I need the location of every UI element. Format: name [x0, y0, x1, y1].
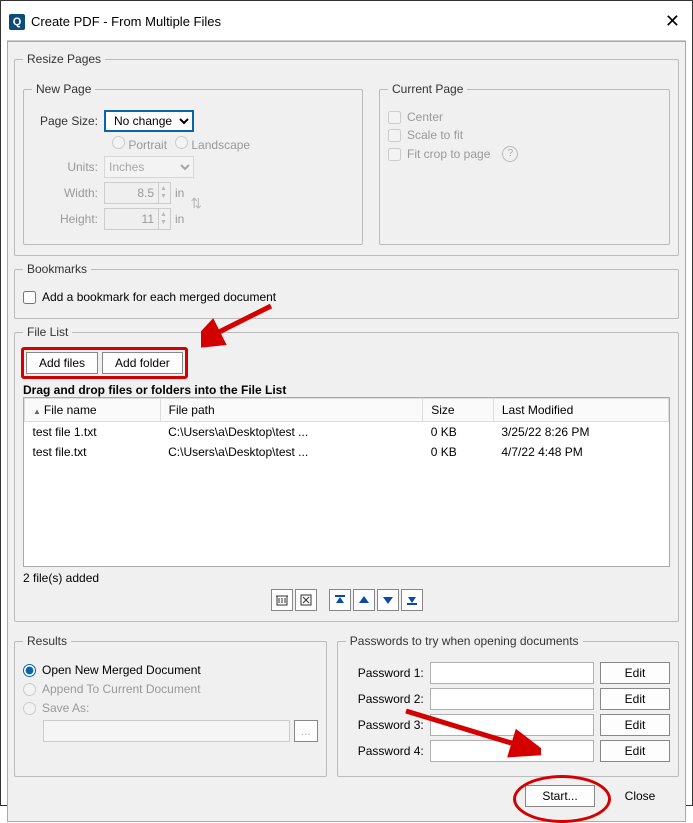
scale-label: Scale to fit — [407, 128, 463, 142]
results-legend: Results — [23, 634, 71, 648]
pw3-input[interactable] — [430, 714, 594, 736]
fitcrop-checkbox — [388, 148, 401, 161]
append-label: Append To Current Document — [42, 682, 201, 696]
width-spinner: ▲▼ — [157, 182, 171, 204]
drag-hint: Drag and drop files or folders into the … — [23, 383, 670, 397]
start-button[interactable]: Start... — [525, 785, 595, 807]
pw1-input[interactable] — [430, 662, 594, 684]
bookmark-label: Add a bookmark for each merged document — [42, 290, 276, 304]
move-bottom-icon[interactable] — [401, 589, 423, 611]
saveas-input — [43, 720, 290, 742]
move-up-icon[interactable] — [353, 589, 375, 611]
fitcrop-label: Fit crop to page — [407, 147, 490, 161]
current-page-group: Current Page Center Scale to fit Fit cro… — [379, 82, 670, 245]
file-table[interactable]: ▲File name File path Size Last Modified … — [23, 397, 670, 567]
saveas-radio — [23, 702, 36, 715]
resize-pages-group: Resize Pages New Page Page Size: No chan… — [14, 52, 679, 256]
page-size-select[interactable]: No change — [104, 110, 194, 132]
pw1-label: Password 1: — [346, 666, 424, 680]
app-icon: Q — [9, 14, 25, 30]
bookmarks-legend: Bookmarks — [23, 262, 91, 276]
col-modified[interactable]: Last Modified — [493, 399, 668, 422]
open-new-label: Open New Merged Document — [42, 663, 201, 677]
current-page-legend: Current Page — [388, 82, 467, 96]
pw2-label: Password 2: — [346, 692, 424, 706]
bookmarks-group: Bookmarks Add a bookmark for each merged… — [14, 262, 679, 319]
pw3-edit[interactable]: Edit — [600, 714, 670, 736]
portrait-label: Portrait — [128, 138, 167, 152]
height-unit: in — [175, 212, 184, 226]
open-new-radio[interactable] — [23, 664, 36, 677]
bookmark-checkbox[interactable] — [23, 291, 36, 304]
pw3-label: Password 3: — [346, 718, 424, 732]
clear-icon[interactable] — [295, 589, 317, 611]
passwords-legend: Passwords to try when opening documents — [346, 634, 583, 648]
new-page-group: New Page Page Size: No change Portrait L… — [23, 82, 363, 245]
col-name[interactable]: ▲File name — [25, 399, 161, 422]
portrait-radio — [112, 136, 125, 149]
height-label: Height: — [32, 212, 104, 226]
saveas-label: Save As: — [42, 701, 89, 715]
col-path[interactable]: File path — [160, 399, 423, 422]
add-folder-button[interactable]: Add folder — [102, 352, 183, 374]
landscape-label: Landscape — [191, 138, 250, 152]
pw2-input[interactable] — [430, 688, 594, 710]
height-input — [104, 208, 159, 230]
file-list-legend: File List — [23, 325, 72, 339]
width-input — [104, 182, 159, 204]
close-icon[interactable]: ✕ — [650, 11, 680, 32]
pw4-label: Password 4: — [346, 744, 424, 758]
width-unit: in — [175, 186, 184, 200]
col-size[interactable]: Size — [423, 399, 494, 422]
append-radio — [23, 683, 36, 696]
landscape-radio — [175, 136, 188, 149]
scale-checkbox — [388, 129, 401, 142]
move-down-icon[interactable] — [377, 589, 399, 611]
file-count-status: 2 file(s) added — [23, 571, 670, 585]
link-icon: ⇅ — [190, 195, 202, 212]
move-top-icon[interactable] — [329, 589, 351, 611]
units-select: Inches — [104, 156, 194, 178]
help-icon[interactable]: ? — [502, 146, 518, 162]
add-files-button[interactable]: Add files — [26, 352, 98, 374]
table-row[interactable]: test file 1.txt C:\Users\a\Desktop\test … — [25, 422, 669, 443]
table-row[interactable]: test file.txt C:\Users\a\Desktop\test ..… — [25, 442, 669, 462]
pw4-input[interactable] — [430, 740, 594, 762]
pw1-edit[interactable]: Edit — [600, 662, 670, 684]
pw2-edit[interactable]: Edit — [600, 688, 670, 710]
file-list-group: File List Add files Add folder Drag and … — [14, 325, 679, 622]
height-spinner: ▲▼ — [157, 208, 171, 230]
new-page-legend: New Page — [32, 82, 95, 96]
results-group: Results Open New Merged Document Append … — [14, 634, 327, 777]
browse-button: ... — [294, 720, 318, 742]
pw4-edit[interactable]: Edit — [600, 740, 670, 762]
close-button[interactable]: Close — [605, 786, 675, 806]
center-checkbox — [388, 111, 401, 124]
width-label: Width: — [32, 186, 104, 200]
units-label: Units: — [32, 160, 104, 174]
window-title: Create PDF - From Multiple Files — [31, 14, 650, 29]
delete-icon[interactable] — [271, 589, 293, 611]
page-size-label: Page Size: — [32, 114, 104, 128]
center-label: Center — [407, 110, 443, 124]
resize-pages-legend: Resize Pages — [23, 52, 105, 66]
passwords-group: Passwords to try when opening documents … — [337, 634, 679, 777]
